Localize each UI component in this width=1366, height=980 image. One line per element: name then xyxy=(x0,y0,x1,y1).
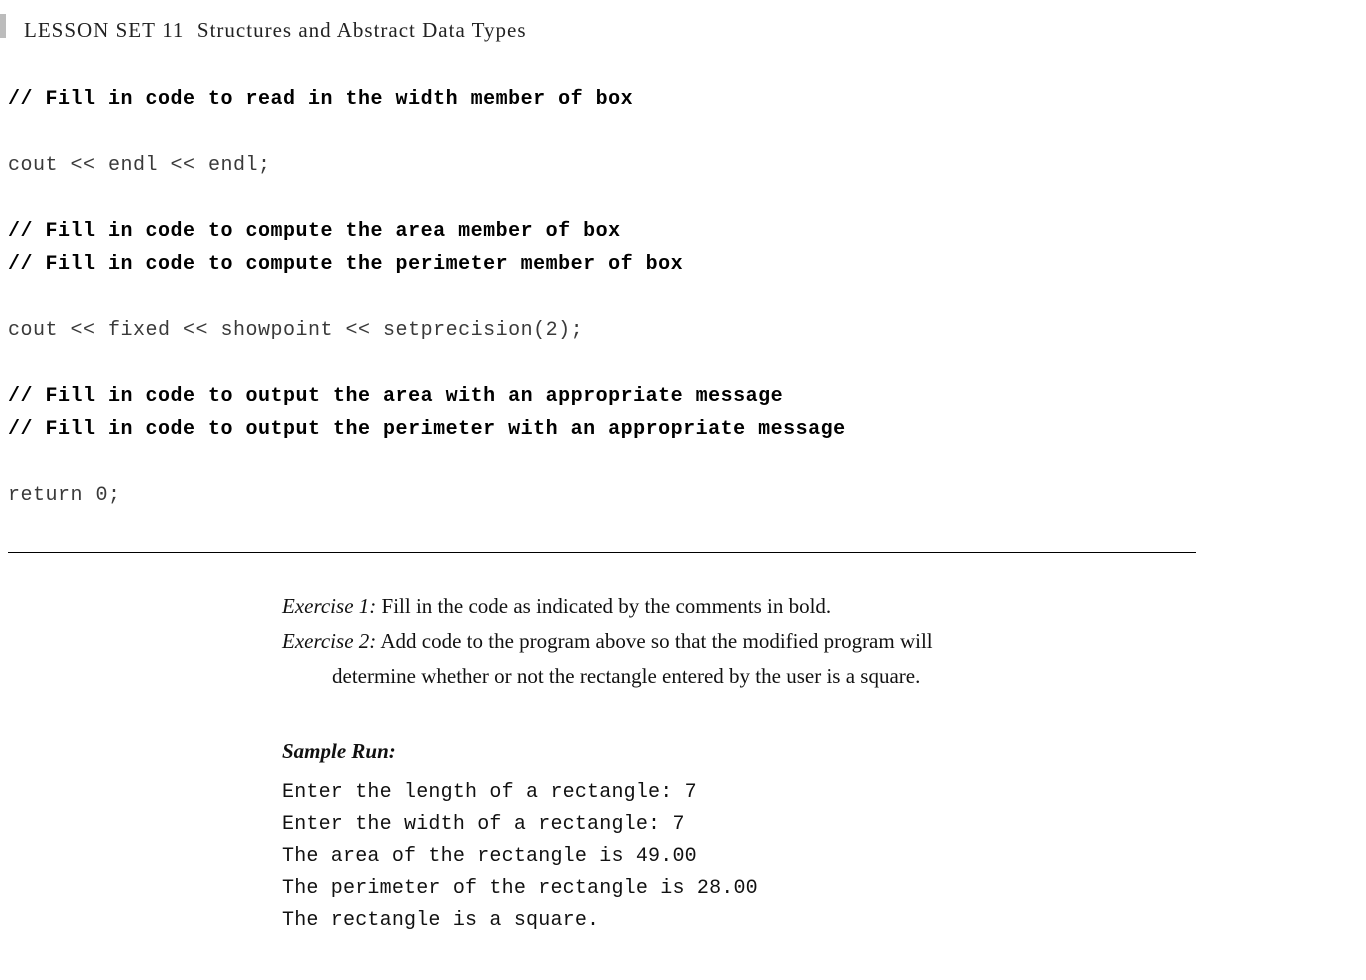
code-comment: // Fill in code to compute the area memb… xyxy=(8,215,1366,248)
code-statement: cout << fixed << showpoint << setprecisi… xyxy=(8,314,1366,347)
code-block: // Fill in code to read in the width mem… xyxy=(8,83,1366,512)
code-blank xyxy=(8,182,1366,215)
exercise-1-text: Fill in the code as indicated by the com… xyxy=(376,594,831,618)
sample-output: Enter the length of a rectangle: 7 Enter… xyxy=(282,777,1132,937)
exercise-2-label: Exercise 2: xyxy=(282,629,376,653)
code-comment: // Fill in code to compute the perimeter… xyxy=(8,248,1366,281)
lesson-set-label: LESSON SET xyxy=(24,18,156,42)
code-statement: cout << endl << endl; xyxy=(8,149,1366,182)
exercise-section: Exercise 1: Fill in the code as indicate… xyxy=(282,589,1132,937)
code-blank xyxy=(8,446,1366,479)
sample-line: The rectangle is a square. xyxy=(282,905,1132,937)
code-blank xyxy=(8,116,1366,149)
exercise-1: Exercise 1: Fill in the code as indicate… xyxy=(282,589,1132,624)
sample-run-label: Sample Run: xyxy=(282,734,1132,769)
exercise-2: Exercise 2: Add code to the program abov… xyxy=(282,624,1132,659)
code-statement: return 0; xyxy=(8,479,1366,512)
lesson-title: Structures and Abstract Data Types xyxy=(197,18,527,42)
exercise-2-text: Add code to the program above so that th… xyxy=(376,629,932,653)
code-comment: // Fill in code to output the perimeter … xyxy=(8,413,1366,446)
code-blank xyxy=(8,347,1366,380)
code-comment: // Fill in code to output the area with … xyxy=(8,380,1366,413)
sample-line: The perimeter of the rectangle is 28.00 xyxy=(282,873,1132,905)
code-comment: // Fill in code to read in the width mem… xyxy=(8,83,1366,116)
sample-line: Enter the length of a rectangle: 7 xyxy=(282,777,1132,809)
section-divider xyxy=(8,552,1196,553)
page-header: LESSON SET 11 Structures and Abstract Da… xyxy=(0,0,1366,43)
lesson-number: 11 xyxy=(162,18,184,42)
code-blank xyxy=(8,281,1366,314)
exercise-1-label: Exercise 1: xyxy=(282,594,376,618)
sample-line: Enter the width of a rectangle: 7 xyxy=(282,809,1132,841)
header-accent xyxy=(0,14,6,38)
sample-line: The area of the rectangle is 49.00 xyxy=(282,841,1132,873)
exercise-2-cont: determine whether or not the rectangle e… xyxy=(282,659,1132,694)
